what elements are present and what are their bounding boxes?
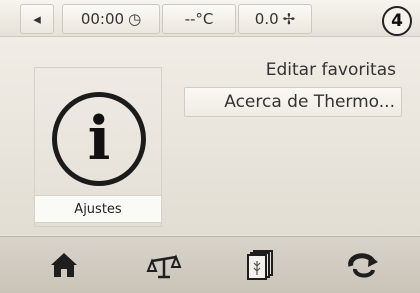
settings-tile[interactable]: i Ajustes: [34, 67, 162, 227]
step-badge: 4: [382, 6, 412, 36]
fan-display: 0.0 ✢: [238, 4, 312, 34]
fan-speed-value: 0.0: [254, 10, 279, 28]
settings-panel: i Ajustes Editar favoritas Acerca de The…: [0, 37, 420, 263]
bottom-nav: [0, 236, 420, 293]
menu-item-label: Acerca de Thermo...: [224, 92, 395, 112]
recipes-button[interactable]: [236, 245, 284, 285]
home-button[interactable]: [40, 245, 88, 285]
temperature-display: --°C: [162, 4, 236, 34]
scale-button[interactable]: [140, 245, 188, 285]
tile-label: Ajustes: [35, 195, 161, 223]
time-display: 00:00 ◷: [62, 4, 160, 34]
fan-icon: ✢: [282, 10, 296, 28]
left-arrow-icon: ◂: [33, 10, 41, 28]
scale-icon: [146, 254, 182, 279]
reverse-icon: [348, 253, 378, 278]
menu-item-label: Editar favoritas: [265, 60, 396, 80]
reverse-button[interactable]: [340, 245, 388, 285]
status-bar: ◂ 00:00 ◷ --°C 0.0 ✢ 4: [0, 0, 420, 37]
menu-item-edit-favorites[interactable]: Editar favoritas: [196, 56, 402, 84]
time-value: 00:00: [80, 10, 125, 28]
recipes-icon: [247, 250, 273, 280]
menu-item-about[interactable]: Acerca de Thermo...: [184, 87, 402, 117]
step-number: 4: [391, 11, 403, 31]
home-icon: [51, 253, 77, 277]
back-button[interactable]: ◂: [20, 4, 54, 34]
temperature-value: --°C: [184, 10, 214, 28]
clock-icon: ◷: [128, 10, 142, 28]
info-icon: i: [52, 92, 146, 186]
